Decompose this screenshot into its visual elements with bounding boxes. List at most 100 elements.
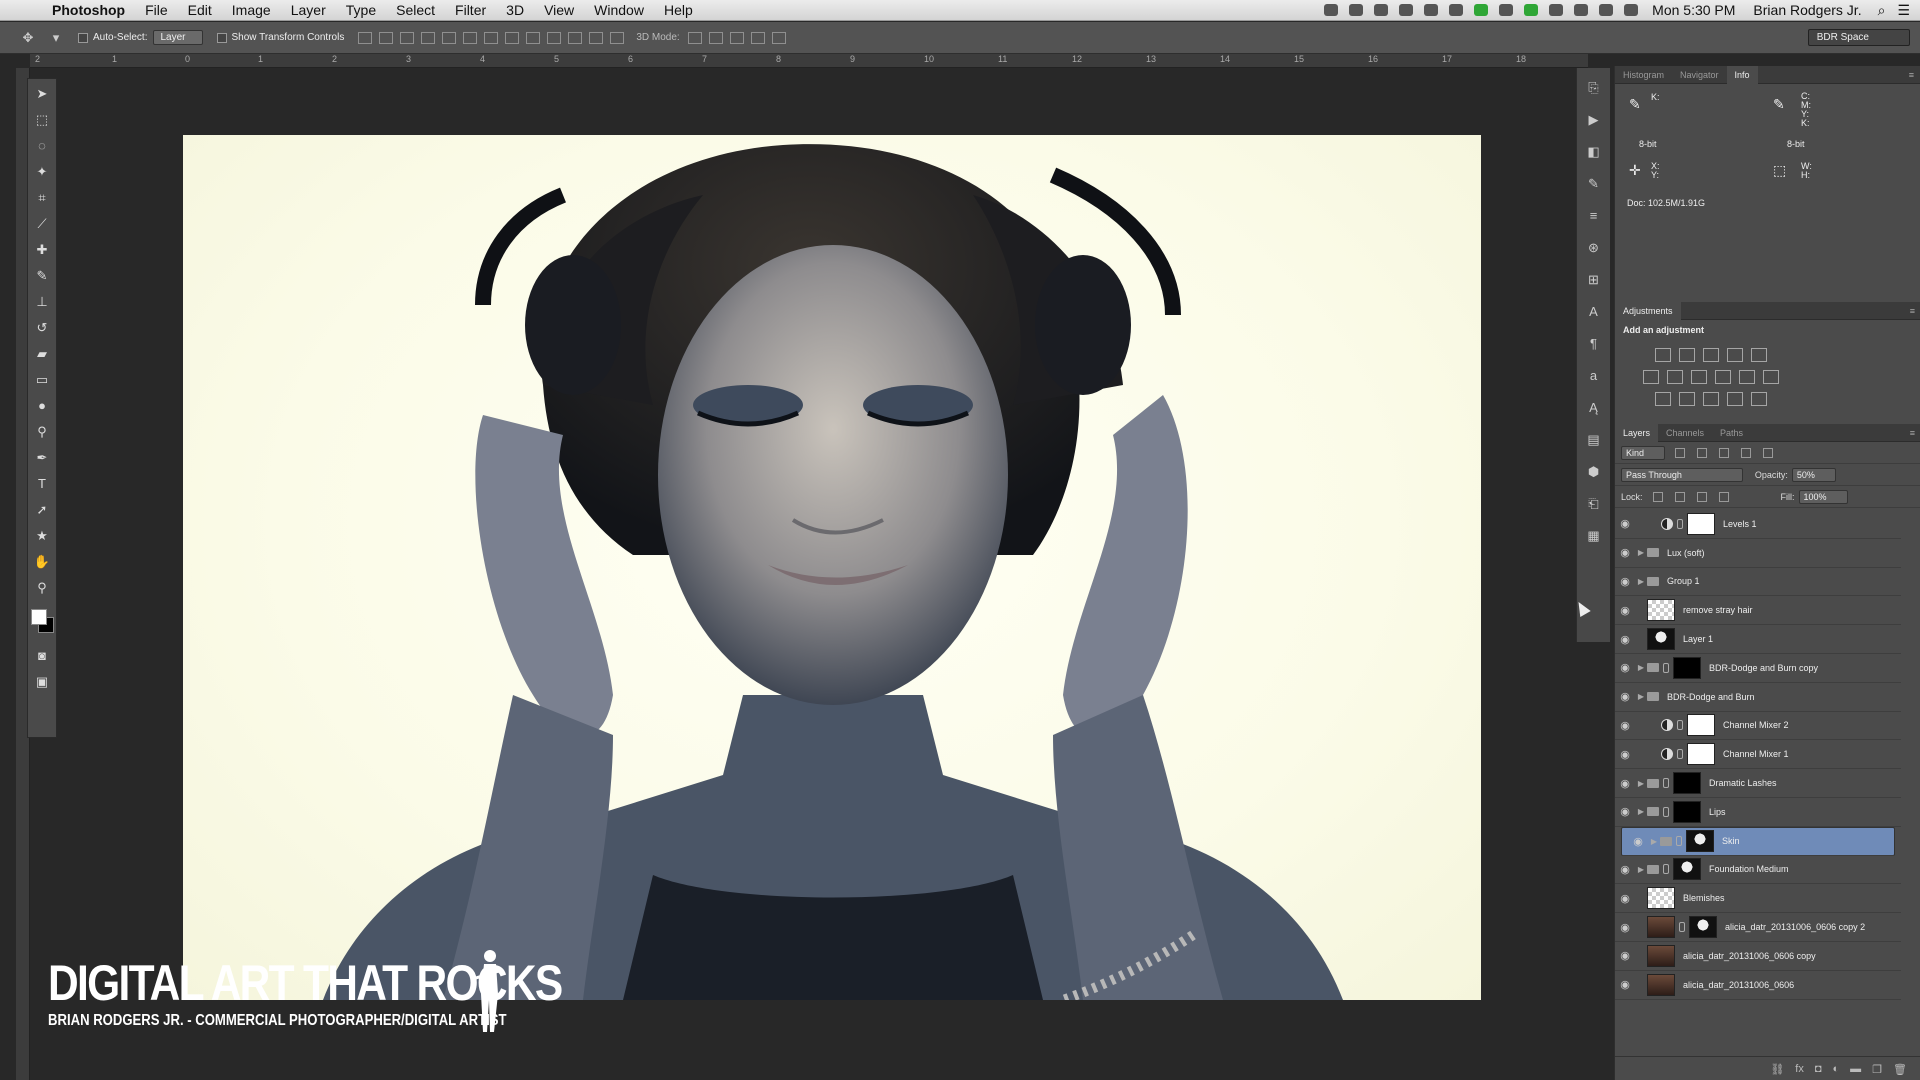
layer-name[interactable]: Lips [1709,807,1726,817]
layer-row[interactable]: ◉ Channel Mixer 1 [1615,740,1901,770]
brush-presets-icon[interactable]: ≡ [1584,208,1604,226]
panel-menu-icon[interactable]: ≡ [1909,70,1914,80]
visibility-eye-icon[interactable]: ◉ [1615,805,1635,818]
menu-app-photoshop[interactable]: Photoshop [42,0,135,21]
hue-saturation-icon[interactable] [1643,370,1659,384]
history-panel-icon[interactable]: ⎘ [1584,80,1604,98]
wifi-icon[interactable] [1599,4,1614,16]
layer-name[interactable]: Group 1 [1667,576,1700,586]
eraser-tool-icon[interactable]: ▰ [31,343,53,365]
link-layers-icon[interactable]: ⛓ [1770,1063,1784,1080]
3d-slide-icon[interactable] [750,31,765,44]
lasso-tool-icon[interactable]: ◌ [31,135,53,157]
layer-name[interactable]: BDR-Dodge and Burn [1667,692,1755,702]
layer-row[interactable]: ◉ Levels 1 [1615,510,1901,539]
menu-filter[interactable]: Filter [445,0,496,21]
measurement-log-icon[interactable]: ▦ [1584,528,1604,546]
layer-name[interactable]: alicia_datr_20131006_0606 copy [1683,951,1816,961]
show-transform-checkbox[interactable] [216,32,227,43]
magic-wand-tool-icon[interactable]: ✦ [31,161,53,183]
bluetooth-icon[interactable] [1499,4,1514,16]
vibrance-icon[interactable] [1751,348,1767,362]
menu-type[interactable]: Type [336,0,386,21]
screen-icon[interactable] [1324,4,1339,16]
visibility-eye-icon[interactable]: ◉ [1615,863,1635,876]
marquee-tool-icon[interactable]: ⬚ [31,109,53,131]
tool-presets-icon[interactable]: ⊞ [1584,272,1604,290]
clock[interactable]: Mon 5:30 PM [1652,2,1735,18]
distribute-bottom-icon[interactable] [526,31,541,44]
layer-name[interactable]: remove stray hair [1683,605,1753,615]
menu-image[interactable]: Image [222,0,281,21]
align-hcenter-icon[interactable] [442,31,457,44]
workspace-dropdown[interactable]: BDR Space [1807,29,1910,46]
document-canvas[interactable] [183,135,1481,1000]
time-machine-icon[interactable] [1574,4,1589,16]
visibility-eye-icon[interactable]: ◉ [1615,892,1635,905]
new-layer-icon[interactable]: ❐ [1872,1063,1882,1080]
bell-icon[interactable] [1424,4,1439,16]
spotlight-search-icon[interactable]: ⌕ [1878,2,1886,19]
layer-thumbnail[interactable] [1647,628,1675,651]
move-tool-icon[interactable]: ➤ [31,83,53,105]
mask-thumbnail[interactable] [1687,714,1715,737]
hand-tool-icon[interactable]: ✋ [31,551,53,573]
delete-layer-icon[interactable]: 🗑 [1893,1063,1907,1080]
clone-stamp-tool-icon[interactable]: ⊥ [31,291,53,313]
layer-name[interactable]: Channel Mixer 2 [1723,720,1789,730]
layer-row[interactable]: ◉ remove stray hair [1615,596,1901,626]
layer-row[interactable]: ◉ alicia_datr_20131006_0606 copy [1615,942,1901,971]
gradient-map-icon[interactable] [1751,392,1767,406]
align-bottom-icon[interactable] [400,31,415,44]
type-tool-icon[interactable]: T [31,473,53,495]
filter-pixel-icon[interactable] [1675,447,1686,458]
layer-name[interactable]: Skin [1722,836,1740,846]
distribute-hcenter-icon[interactable] [568,31,583,44]
layer-row[interactable]: ◉ Channel Mixer 2 [1615,712,1901,741]
tab-channels[interactable]: Channels [1658,424,1712,442]
clipboard-icon[interactable] [1549,4,1564,16]
user-name[interactable]: Brian Rodgers Jr. [1753,2,1861,18]
layer-row[interactable]: ◉ ▶ BDR-Dodge and Burn [1615,683,1901,712]
move-tool-icon[interactable]: ✥ [18,30,38,46]
expand-triangle-icon[interactable]: ▶ [1648,837,1660,846]
distribute-top-icon[interactable] [484,31,499,44]
paragraph-panel-icon[interactable]: ¶ [1584,336,1604,354]
distribute-right-icon[interactable] [589,31,604,44]
layer-row[interactable]: ◉ alicia_datr_20131006_0606 copy 2 [1615,913,1901,942]
panel-menu-icon[interactable]: ≡ [1910,428,1915,438]
lock-image-icon[interactable] [1674,491,1685,502]
layer-name[interactable]: Foundation Medium [1709,864,1789,874]
threshold-icon[interactable] [1703,392,1719,406]
mask-thumbnail[interactable] [1687,512,1715,535]
mask-thumbnail[interactable] [1673,800,1701,823]
layer-thumbnail[interactable] [1647,944,1675,967]
visibility-eye-icon[interactable]: ◉ [1615,719,1635,732]
mask-thumbnail[interactable] [1689,916,1717,939]
crop-tool-icon[interactable]: ⌗ [31,187,53,209]
path-selection-tool-icon[interactable]: ➚ [31,499,53,521]
layer-row[interactable]: ◉ Layer 1 [1615,625,1901,654]
layer-name[interactable]: Layer 1 [1683,634,1713,644]
gradient-tool-icon[interactable]: ▭ [31,369,53,391]
notes-panel-icon[interactable]: ▤ [1584,432,1604,450]
healing-brush-tool-icon[interactable]: ✚ [31,239,53,261]
color-balance-icon[interactable] [1667,370,1683,384]
lock-transparent-icon[interactable] [1652,491,1663,502]
distribute-left-icon[interactable] [547,31,562,44]
layer-name[interactable]: alicia_datr_20131006_0606 [1683,980,1794,990]
tab-paths[interactable]: Paths [1712,424,1751,442]
clone-source-icon[interactable]: ⊛ [1584,240,1604,258]
invert-icon[interactable] [1655,392,1671,406]
layer-row[interactable]: ◉ ▶ Lips [1615,798,1901,827]
layer-name[interactable]: alicia_datr_20131006_0606 copy 2 [1725,922,1865,932]
layer-row[interactable]: ◉ ▶ Group 1 [1615,568,1901,597]
tab-adjustments[interactable]: Adjustments [1615,301,1681,320]
visibility-eye-icon[interactable]: ◉ [1615,748,1635,761]
layer-row-selected[interactable]: ◉ ▶ Skin [1621,826,1895,856]
3d-drag-icon[interactable] [729,31,744,44]
sync-icon[interactable] [1374,4,1389,16]
menu-window[interactable]: Window [584,0,654,21]
visibility-eye-icon[interactable]: ◉ [1615,949,1635,962]
layer-row[interactable]: ◉ ▶ Dramatic Lashes [1615,769,1901,798]
